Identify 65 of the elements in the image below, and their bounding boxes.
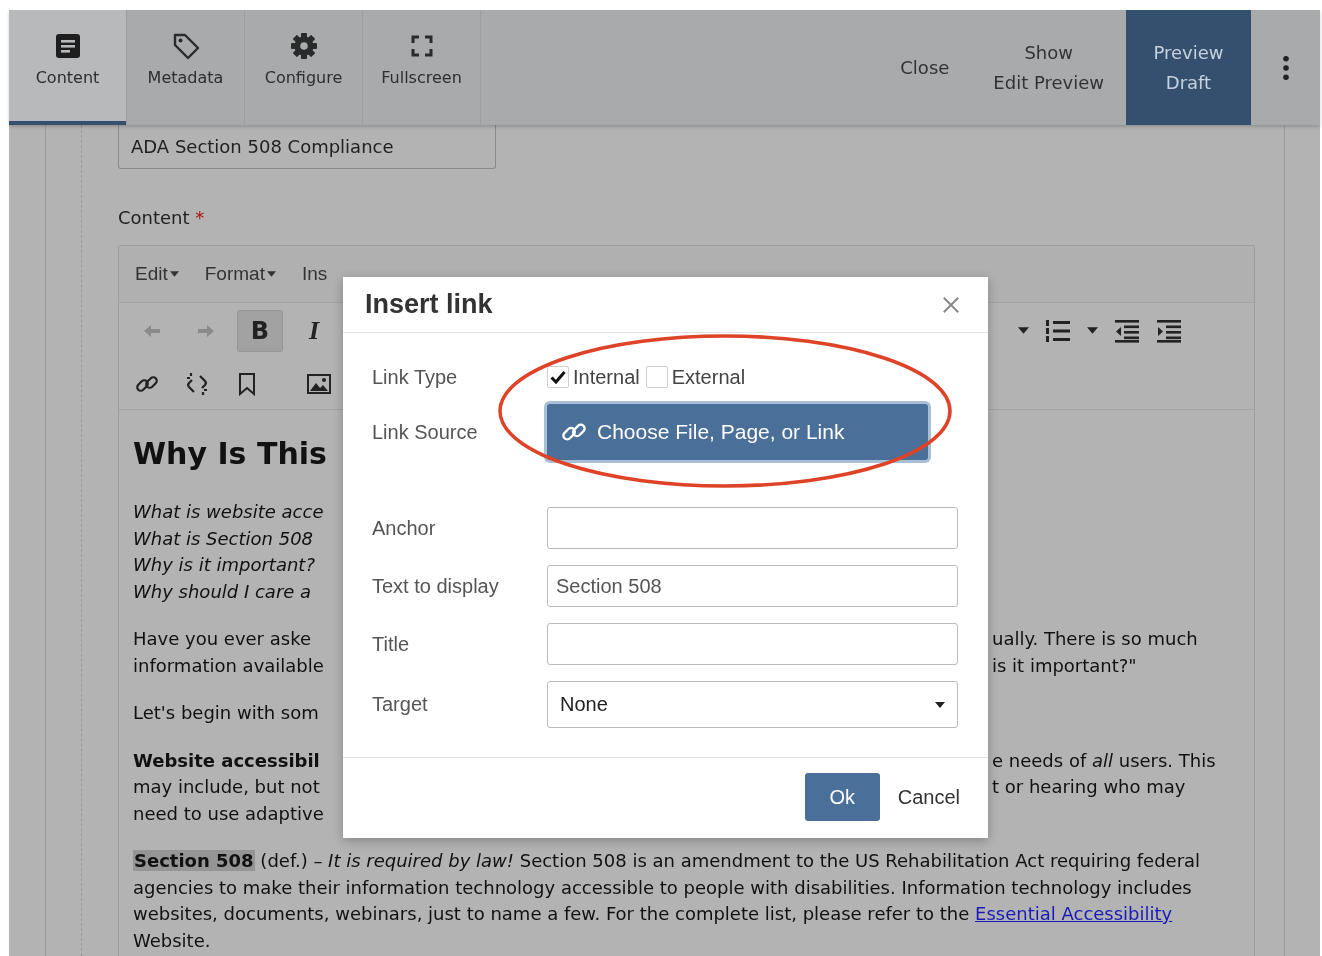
question-text: Why is it important? (133, 553, 315, 577)
document-icon (53, 32, 82, 60)
action-button[interactable]: Preview Draft (1126, 10, 1251, 125)
close-icon[interactable] (942, 295, 960, 314)
gear-icon (289, 32, 318, 60)
numbered-list-icon[interactable] (1045, 318, 1071, 343)
tab[interactable]: Configure (245, 10, 363, 125)
checkbox-label: External (671, 365, 746, 389)
bold-button[interactable]: B (237, 309, 283, 352)
heading: Why Is This (133, 435, 327, 473)
tab[interactable]: Metadata (127, 10, 245, 125)
action-button[interactable]: Show Edit Preview (971, 10, 1126, 125)
paragraph-text: need to use adaptive (133, 801, 325, 826)
input-field[interactable] (547, 623, 958, 665)
input-field[interactable] (547, 507, 958, 549)
menu-item[interactable]: Edit (135, 263, 179, 285)
paragraph-text: Section 508 (def.) – It is required by law! Section 508 is an amendment to the US Rehabilitation Act requiring federal agencies to make their information technology accessible to people with disabilities. Information technology includes websites, documents, webinars, just to name a few. For the complete list, please refer to the Essential Accessibility Website. (133, 849, 1202, 953)
menu-item[interactable]: Format (204, 263, 276, 285)
field-label: Link Type (372, 365, 459, 389)
indent-icon[interactable] (1156, 318, 1182, 343)
question-text: Why should I care a (133, 579, 312, 604)
field-label: Link Source (372, 420, 479, 444)
paragraph-text: may include, but not (133, 775, 321, 799)
tab[interactable]: Fullscreen (363, 10, 481, 125)
paragraph-text: t or hearing who may (991, 775, 1187, 799)
caret-icon (169, 271, 179, 277)
action-button[interactable]: Close (878, 10, 972, 125)
paragraph-text: e needs of all users. This (991, 748, 1217, 773)
caret-icon[interactable] (1018, 327, 1029, 334)
question-text: What is website acce (133, 500, 324, 524)
choose-link-button[interactable]: Choose File, Page, or Link (547, 404, 928, 460)
field-label: Anchor (372, 516, 437, 540)
paragraph-text: ually. There is so much (991, 627, 1199, 651)
image-icon[interactable] (307, 373, 331, 394)
cancel-button[interactable]: Cancel (897, 785, 960, 809)
required-mark: * (195, 207, 205, 228)
caret-icon (935, 701, 945, 708)
checkbox-label: Internal (573, 365, 640, 389)
checkbox[interactable] (547, 366, 569, 388)
checkbox[interactable] (645, 366, 668, 388)
question-text: What is Section 508 (133, 526, 314, 551)
tab[interactable]: Content (9, 10, 127, 125)
paragraph-text: Website accessibil (133, 748, 321, 773)
field-label: Target (372, 693, 429, 716)
title-field[interactable]: ADA Section 508 Compliance (118, 125, 496, 169)
ok-button[interactable]: Ok (804, 773, 880, 821)
italic-button[interactable]: I (291, 309, 337, 352)
paragraph-text: information available (133, 653, 325, 678)
paragraph-text: Let's begin with som (133, 701, 320, 725)
unlink-icon[interactable] (185, 371, 209, 396)
link[interactable]: Essential Accessibility (975, 903, 1173, 924)
target-select[interactable]: None (547, 681, 958, 728)
outdent-icon[interactable] (1114, 318, 1140, 343)
field-label: Content (118, 207, 190, 228)
caret-icon (266, 271, 276, 277)
dialog-title: Insert link (365, 289, 493, 320)
input-field[interactable]: Section 508 (547, 565, 958, 607)
kebab-icon (1281, 54, 1290, 81)
caret-icon[interactable] (1087, 327, 1098, 334)
field-label: Title (372, 632, 411, 656)
field-label: Text to display (372, 574, 500, 598)
paragraph-text: is it important?" (991, 653, 1138, 678)
paragraph-text: Have you ever aske (133, 627, 312, 651)
tag-icon (171, 32, 200, 60)
menu-item[interactable]: Ins (301, 263, 328, 285)
